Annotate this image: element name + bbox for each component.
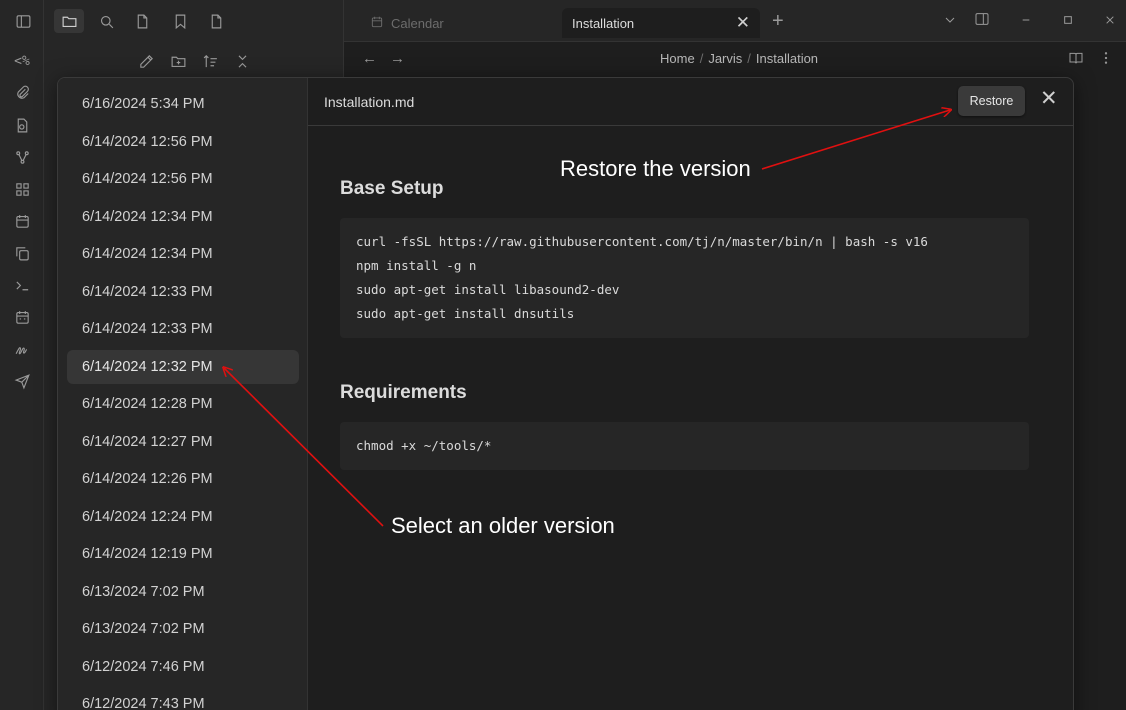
search-icon[interactable] [94,10,118,32]
section-heading: Base Setup [340,178,444,199]
calendar-icon [370,15,391,32]
version-item[interactable]: 6/13/2024 7:02 PM [67,575,299,609]
code-block: curl -fsSL https://raw.githubusercontent… [340,218,1029,338]
close-modal-icon[interactable]: ✕ [1040,86,1058,111]
signature-icon[interactable] [11,338,33,360]
file-icon[interactable] [130,10,154,32]
restore-button[interactable]: Restore [958,86,1025,116]
file-name: Installation.md [324,94,415,110]
version-item[interactable]: 6/14/2024 12:26 PM [67,462,299,496]
breadcrumb-jarvis[interactable]: Jarvis [708,51,742,66]
code-line: sudo apt-get install dnsutils [356,306,575,321]
collapse-all-icon[interactable] [231,50,253,72]
minimize-icon[interactable] [1018,12,1034,31]
reading-view-icon[interactable] [1068,50,1084,71]
version-item[interactable]: 6/14/2024 12:19 PM [67,537,299,571]
new-tab-icon[interactable]: + [772,10,784,33]
select-annotation: Select an older version [391,513,615,538]
version-item[interactable]: 6/14/2024 12:34 PM [67,200,299,234]
left-ribbon: <% [0,0,44,710]
tab-installation[interactable]: Installation ✕ [562,8,760,38]
version-item[interactable]: 6/14/2024 12:24 PM [67,500,299,534]
version-item[interactable]: 6/16/2024 5:34 PM [67,87,299,121]
code-line: npm install -g n [356,258,477,273]
breadcrumb-separator: / [747,51,751,66]
grid-icon[interactable] [11,178,33,200]
version-item[interactable]: 6/14/2024 12:28 PM [67,387,299,421]
tab-label: Calendar [391,15,444,31]
copy-icon[interactable] [11,242,33,264]
version-item[interactable]: 6/14/2024 12:33 PM [67,312,299,346]
paperclip-icon[interactable] [11,82,33,104]
graph-icon[interactable] [11,146,33,168]
version-item[interactable]: 6/14/2024 12:56 PM [67,162,299,196]
version-item[interactable]: 6/14/2024 12:27 PM [67,425,299,459]
split-view-icon[interactable] [974,11,990,30]
sidebar-toggle-icon[interactable] [11,10,35,32]
templater-icon[interactable]: <% [11,50,33,72]
tab-label: Installation [572,15,635,31]
nav-bar: ← → Home / Jarvis / Installation [344,42,1126,76]
breadcrumb: Home / Jarvis / Installation [660,51,818,66]
breadcrumb-separator: / [699,51,704,66]
tab-calendar[interactable]: Calendar [360,8,552,38]
tab-bar: Calendar Installation ✕ + [344,0,1126,42]
back-arrow-icon[interactable]: ← [362,50,377,67]
file-explorer-icon[interactable] [54,9,84,33]
page-icon[interactable] [204,10,228,32]
version-list: 6/16/2024 5:34 PM 6/14/2024 12:56 PM 6/14/… [58,78,308,710]
code-block: chmod +x ~/tools/* [340,422,1029,470]
restore-annotation: Restore the version [560,156,751,181]
breadcrumb-home[interactable]: Home [660,51,695,66]
calendar-icon[interactable] [11,210,33,232]
section-heading: Requirements [340,382,467,403]
more-options-icon[interactable] [1098,50,1114,71]
new-folder-icon[interactable] [167,50,189,72]
maximize-icon[interactable] [1060,12,1076,31]
version-item[interactable]: 6/14/2024 12:32 PM [67,349,299,384]
version-item[interactable]: 6/13/2024 7:02 PM [67,612,299,646]
code-line: curl -fsSL https://raw.githubusercontent… [356,234,928,249]
code-line: sudo apt-get install libasound2-dev [356,282,620,297]
preview-header: Installation.md Restore ✕ [308,78,1073,126]
version-item[interactable]: 6/14/2024 12:56 PM [67,125,299,159]
chevron-down-icon[interactable] [942,12,958,31]
close-tab-icon[interactable]: ✕ [736,13,750,33]
bookmark-icon[interactable] [168,10,192,32]
new-note-icon[interactable] [135,50,157,72]
code-line: chmod +x ~/tools/* [356,438,492,453]
version-item[interactable]: 6/14/2024 12:33 PM [67,275,299,309]
breadcrumb-installation[interactable]: Installation [756,51,818,66]
version-item[interactable]: 6/12/2024 7:43 PM [67,687,299,710]
sort-icon[interactable] [199,50,221,72]
version-item[interactable]: 6/12/2024 7:46 PM [67,650,299,684]
file-search-icon[interactable] [11,114,33,136]
terminal-icon[interactable] [11,274,33,296]
app-window: <% Calendar Installation ✕ + ← → Home / … [0,0,1126,710]
calendar-days-icon[interactable] [11,306,33,328]
version-item[interactable]: 6/14/2024 12:34 PM [67,237,299,271]
send-icon[interactable] [11,370,33,392]
close-window-icon[interactable] [1102,12,1118,31]
forward-arrow-icon[interactable]: → [390,50,405,67]
